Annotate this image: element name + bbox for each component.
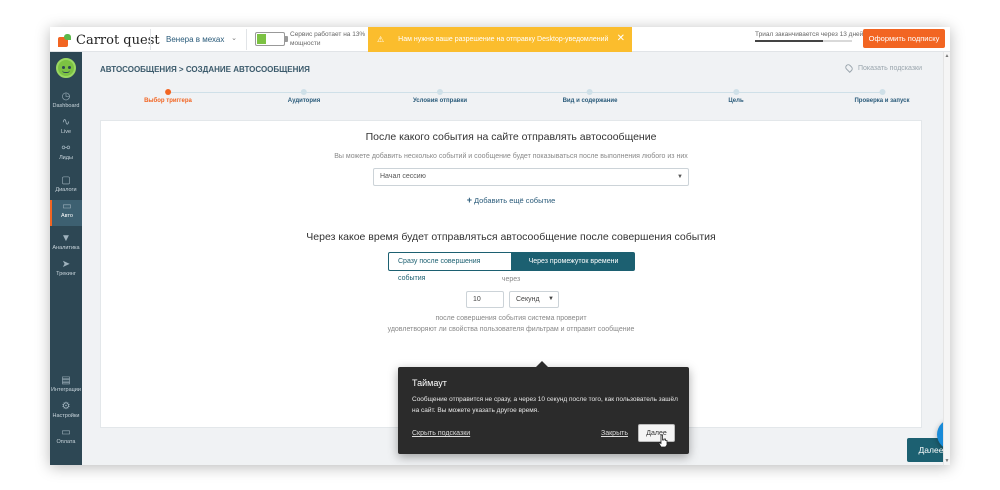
battery-fill xyxy=(257,34,267,44)
funnel-icon: ▼ xyxy=(61,233,71,244)
delay-unit-select[interactable]: Секунд ▼ xyxy=(509,291,559,308)
desktop-notification-banner[interactable]: ⚠ Нам нужно ваше разрешение на отправку … xyxy=(368,27,632,52)
step-content[interactable]: Вид и содержание xyxy=(563,89,617,104)
gear-icon: ⚙ xyxy=(61,401,71,412)
scrollbar[interactable]: ▲ ▼ xyxy=(943,52,950,465)
close-tooltip-link[interactable]: Закрыть xyxy=(601,430,628,437)
logo-text: Carrot quest xyxy=(76,32,160,48)
sidebar-item-integrations[interactable]: ▤ Интеграции xyxy=(50,374,82,400)
project-name: Венера в мехах xyxy=(166,35,225,44)
close-icon[interactable]: ✕ xyxy=(617,33,625,44)
pin-icon xyxy=(844,63,854,73)
pointer-icon: ➤ xyxy=(61,259,71,270)
wizard-steps: Выбор триггера Аудитория Условия отправк… xyxy=(144,89,910,109)
chevron-down-icon: ⌄ xyxy=(231,35,237,42)
top-bar: Carrot quest Венера в мехах ⌄ Сервис раб… xyxy=(50,27,950,52)
step-goal[interactable]: Цель xyxy=(728,89,744,104)
tooltip-next-button[interactable]: Далее xyxy=(638,424,675,442)
project-selector[interactable]: Венера в мехах ⌄ xyxy=(153,27,243,52)
scroll-up-icon[interactable]: ▲ xyxy=(944,53,950,59)
event-select[interactable]: Начал сессию ▼ xyxy=(373,168,689,186)
subscribe-button[interactable]: Оформить подписку xyxy=(863,29,945,48)
sidebar-item-analytics[interactable]: ▼ Аналитика xyxy=(50,232,82,258)
divider xyxy=(246,29,247,50)
add-event-link[interactable]: + Добавить ещё событие xyxy=(101,195,921,205)
timeout-tooltip: Таймаут Сообщение отправится не сразу, а… xyxy=(398,361,689,454)
battery-icon xyxy=(255,32,288,46)
step-trigger[interactable]: Выбор триггера xyxy=(144,89,192,104)
plus-icon: + xyxy=(466,195,472,205)
sidebar-item-settings[interactable]: ⚙ Настройки xyxy=(50,400,82,426)
users-icon: ⚯ xyxy=(61,143,71,154)
timing-toggle: Сразу после совершения события Через про… xyxy=(388,252,635,282)
warning-icon: ⚠ xyxy=(377,35,385,44)
live-icon: ∿ xyxy=(61,117,71,128)
sidebar: ◷ Dashboard ∿ Live ⚯ Лиды ▢ Диалоги ▭ Ав… xyxy=(50,52,82,465)
monitor-icon: ▭ xyxy=(62,201,72,212)
step-review[interactable]: Проверка и запуск xyxy=(854,89,910,104)
hide-hints-link[interactable]: Скрыть подсказки xyxy=(412,430,470,437)
show-hints-link[interactable]: Показать подсказки xyxy=(844,63,922,73)
caret-down-icon: ▼ xyxy=(548,296,554,302)
carrot-logo-icon xyxy=(58,33,72,47)
card-icon: ▭ xyxy=(61,427,71,438)
breadcrumb: АВТОСООБЩЕНИЯ > СОЗДАНИЕ АВТОСООБЩЕНИЯ xyxy=(100,65,310,74)
trial-text: Триал заканчивается через 13 дней xyxy=(755,31,864,38)
option-delay[interactable]: Через промежуток времени xyxy=(512,252,635,271)
sidebar-item-tracking[interactable]: ➤ Трекинг xyxy=(50,258,82,284)
chat-icon: ▢ xyxy=(61,175,71,186)
dashboard-icon: ◷ xyxy=(61,91,71,102)
hand-cursor-icon xyxy=(658,434,668,448)
tooltip-body: Сообщение отправится не сразу, а через 1… xyxy=(412,396,678,414)
check-line-1: после совершения события система провери… xyxy=(435,315,587,322)
trial-progress xyxy=(755,40,852,42)
divider xyxy=(150,29,151,50)
main-content: АВТОСООБЩЕНИЯ > СОЗДАНИЕ АВТОСООБЩЕНИЯ П… xyxy=(82,52,950,465)
tooltip-title: Таймаут xyxy=(412,378,447,388)
app-window: Carrot quest Венера в мехах ⌄ Сервис раб… xyxy=(50,27,950,465)
sidebar-item-billing[interactable]: ▭ Оплата xyxy=(50,426,82,452)
option-immediate[interactable]: Сразу после совершения события xyxy=(388,252,512,282)
caret-down-icon: ▼ xyxy=(677,174,683,180)
time-title: Через какое время будет отправляться авт… xyxy=(306,231,716,243)
sidebar-item-dialogs[interactable]: ▢ Диалоги xyxy=(50,174,82,200)
service-status: Сервис работает на 13% мощности xyxy=(290,31,366,47)
sidebar-item-live[interactable]: ∿ Live xyxy=(50,116,82,142)
sidebar-item-dashboard[interactable]: ◷ Dashboard xyxy=(50,90,82,116)
puzzle-icon: ▤ xyxy=(61,375,71,386)
after-label: через xyxy=(501,276,521,283)
event-title: После какого события на сайте отправлять… xyxy=(365,131,657,143)
event-hint: Вы можете добавить несколько событий и с… xyxy=(334,153,688,160)
step-conditions[interactable]: Условия отправки xyxy=(413,89,467,104)
breadcrumb-current: СОЗДАНИЕ АВТОСООБЩЕНИЯ xyxy=(185,65,310,74)
step-audience[interactable]: Аудитория xyxy=(288,89,320,104)
avatar[interactable] xyxy=(56,58,76,78)
sidebar-item-leads[interactable]: ⚯ Лиды xyxy=(50,142,82,168)
sidebar-item-auto[interactable]: ▭ Авто xyxy=(50,200,82,226)
breadcrumb-root[interactable]: АВТОСООБЩЕНИЯ xyxy=(100,65,177,74)
check-line-2: удовлетворяют ли свойства пользователя ф… xyxy=(387,326,635,333)
notice-text: Нам нужно ваше разрешение на отправку De… xyxy=(398,36,609,43)
logo[interactable]: Carrot quest xyxy=(58,31,160,49)
delay-value-input[interactable] xyxy=(466,291,504,308)
scroll-down-icon[interactable]: ▼ xyxy=(944,458,950,464)
